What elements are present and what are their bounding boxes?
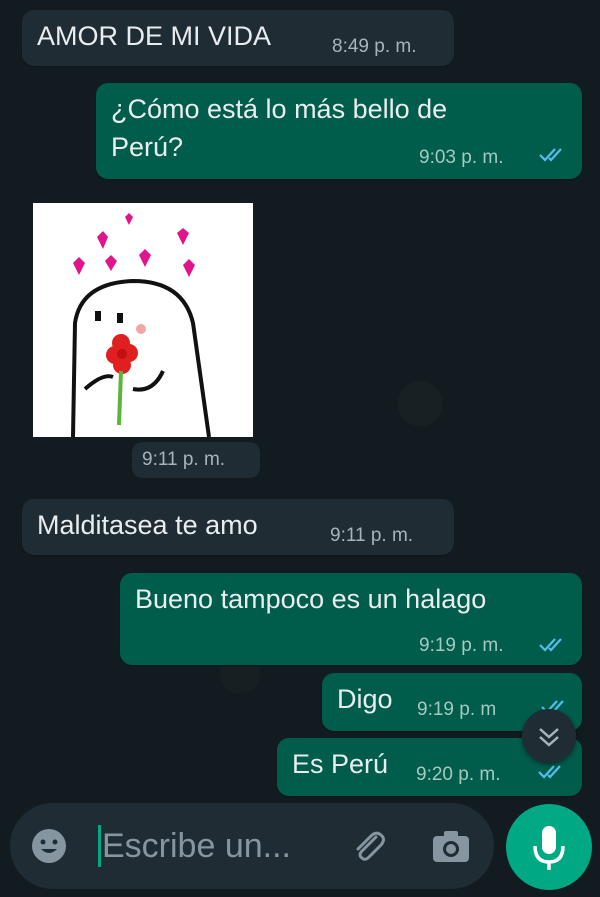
camera-button[interactable] xyxy=(430,827,472,865)
message-time: 9:19 p. m. xyxy=(419,635,504,656)
message-text: Es Perú xyxy=(292,749,389,779)
message-text-line-1: ¿Cómo está lo más bello de xyxy=(111,94,448,124)
message-bubble-outgoing[interactable]: ¿Cómo está lo más bello de Perú? 9:03 p.… xyxy=(96,83,582,179)
voice-message-button[interactable] xyxy=(506,804,592,890)
emoji-button[interactable] xyxy=(30,827,68,865)
message-input[interactable]: Escribe un... xyxy=(102,827,291,866)
emoji-icon xyxy=(32,829,66,863)
message-text: Malditasea te amo xyxy=(37,510,258,540)
message-bubble-outgoing[interactable]: Bueno tampoco es un halago 9:19 p. m. xyxy=(120,573,582,665)
camera-icon xyxy=(433,831,469,862)
message-time: 9:11 p. m. xyxy=(142,449,226,470)
message-text-line-2: Perú? xyxy=(111,132,184,162)
message-time: 8:49 p. m. xyxy=(332,36,417,57)
scroll-to-bottom-button[interactable] xyxy=(522,709,576,763)
sticker-timestamp: 9:11 p. m. xyxy=(132,442,260,478)
paperclip-icon xyxy=(356,831,385,861)
message-text: AMOR DE MI VIDA xyxy=(37,21,272,51)
message-bubble-incoming[interactable]: AMOR DE MI VIDA 8:49 p. m. xyxy=(22,10,454,66)
text-cursor xyxy=(98,825,101,867)
read-receipt-icon xyxy=(539,148,562,162)
attach-button[interactable] xyxy=(348,825,390,867)
message-time: 9:11 p. m. xyxy=(330,525,414,546)
message-time: 9:19 p. m xyxy=(417,699,497,720)
message-bubble-incoming[interactable]: Malditasea te amo 9:11 p. m. xyxy=(22,499,454,555)
flork-sticker-illustration xyxy=(71,213,211,438)
message-text: Digo xyxy=(337,684,393,714)
double-chevron-down-icon xyxy=(539,728,559,747)
message-time: 9:20 p. m. xyxy=(416,764,501,785)
message-time: 9:03 p. m. xyxy=(419,147,504,168)
read-receipt-icon xyxy=(539,638,562,652)
microphone-icon xyxy=(533,826,565,870)
sticker-image[interactable] xyxy=(33,203,253,438)
message-composer[interactable]: Escribe un... xyxy=(10,803,494,889)
message-text: Bueno tampoco es un halago xyxy=(135,584,487,614)
read-receipt-icon xyxy=(538,765,561,779)
